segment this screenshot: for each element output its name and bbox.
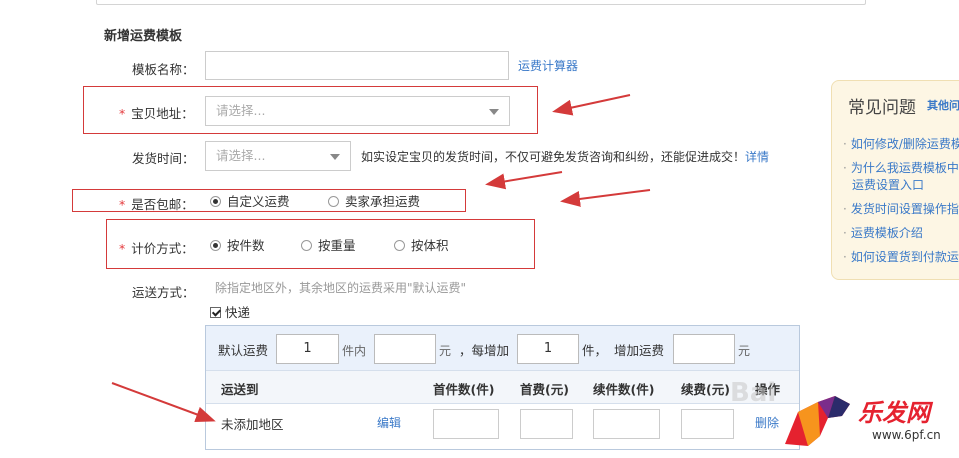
baidu-watermark: Bai — [730, 378, 777, 408]
annotation-arrows — [111, 94, 651, 422]
arrow-line — [111, 382, 216, 422]
arrow-line — [560, 189, 651, 207]
arrow-line — [485, 171, 563, 190]
bull-logo-icon — [785, 396, 850, 446]
brand-logo-text: 乐发网 — [858, 399, 930, 427]
arrow-line — [552, 94, 631, 116]
brand-url: www.6pf.cn — [872, 428, 941, 442]
